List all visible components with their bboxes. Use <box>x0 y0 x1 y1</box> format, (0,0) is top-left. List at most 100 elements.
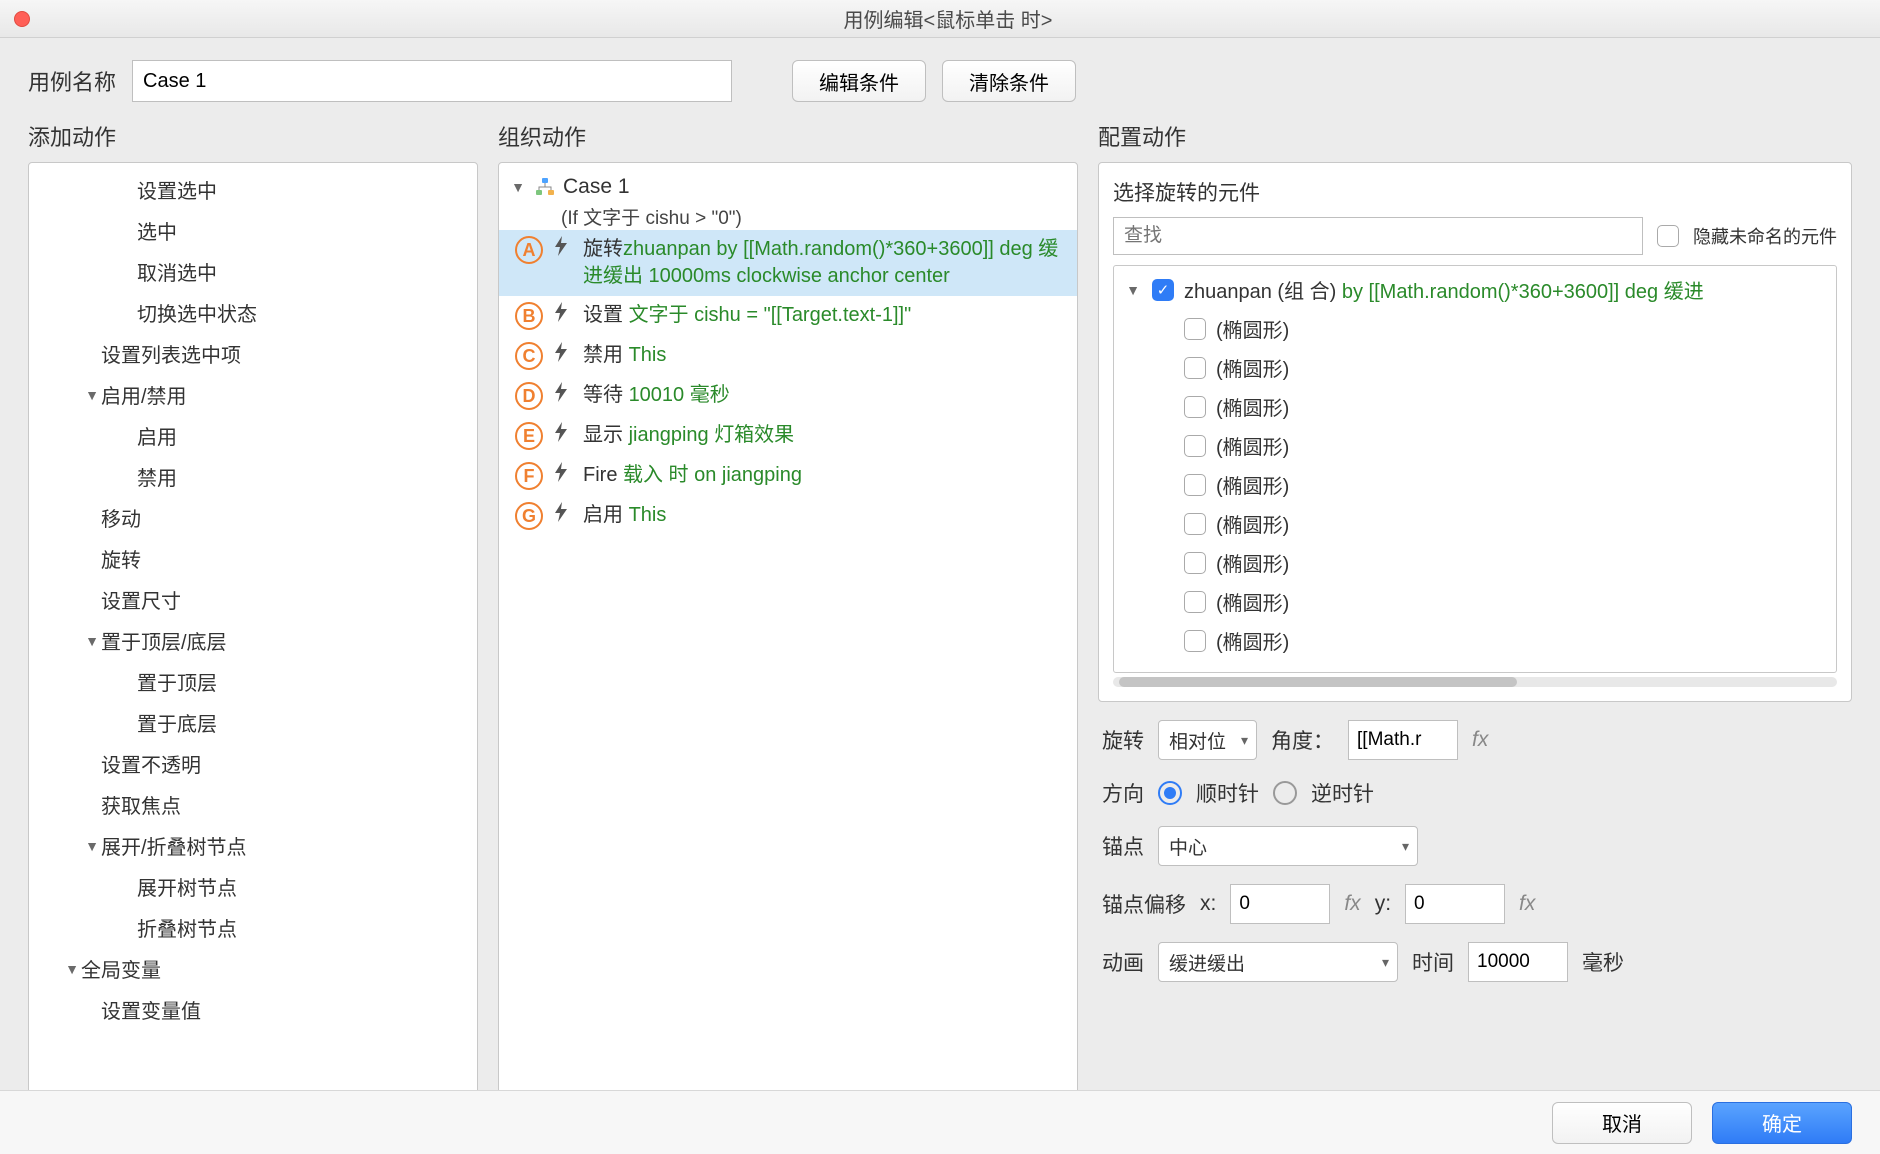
widget-checkbox[interactable]: ✓ <box>1152 279 1174 301</box>
action-row[interactable]: F Fire 载入 时 on jiangping <box>499 456 1077 496</box>
tree-item-label: 切换选中状态 <box>137 298 257 327</box>
offset-x-input[interactable] <box>1230 884 1330 924</box>
close-icon[interactable] <box>14 11 30 27</box>
tree-item[interactable]: 设置变量值 <box>29 989 477 1030</box>
action-row[interactable]: E显示 jiangping 灯箱效果 <box>499 416 1077 456</box>
tree-item[interactable]: ▼全局变量 <box>29 948 477 989</box>
time-unit: 毫秒 <box>1582 947 1624 977</box>
action-row[interactable]: D等待 10010 毫秒 <box>499 376 1077 416</box>
tree-item[interactable]: ▼展开/折叠树节点 <box>29 825 477 866</box>
tree-item[interactable]: 设置尺寸 <box>29 579 477 620</box>
action-text: 禁用 This <box>583 342 666 369</box>
ok-button[interactable]: 确定 <box>1712 1102 1852 1144</box>
tree-item[interactable]: ▼启用/禁用 <box>29 374 477 415</box>
tree-item-label: 设置列表选中项 <box>101 339 241 368</box>
tree-item[interactable]: 置于顶层 <box>29 661 477 702</box>
tree-item-label: 置于顶层 <box>137 667 217 696</box>
angle-input[interactable] <box>1348 720 1458 760</box>
bolt-icon <box>553 382 573 407</box>
organize-panel: ▼ Case 1 (If 文字于 cishu > "0") A旋转zhuanpa… <box>498 162 1078 1098</box>
widget-child-label: (椭圆形) <box>1216 470 1289 499</box>
action-row[interactable]: G启用 This <box>499 496 1077 536</box>
widget-checkbox[interactable] <box>1184 318 1206 340</box>
tree-item[interactable]: 禁用 <box>29 456 477 497</box>
bolt-icon <box>553 236 573 261</box>
widget-checkbox[interactable] <box>1184 357 1206 379</box>
time-input[interactable] <box>1468 942 1568 982</box>
tree-item[interactable]: 获取焦点 <box>29 784 477 825</box>
action-text: 显示 jiangping 灯箱效果 <box>583 422 794 449</box>
tree-item[interactable]: 置于底层 <box>29 702 477 743</box>
action-row[interactable]: C 禁用 This <box>499 336 1077 376</box>
fx-icon[interactable]: fx <box>1472 728 1488 752</box>
tree-item[interactable]: 设置不透明 <box>29 743 477 784</box>
tree-item-label: 旋转 <box>101 544 141 573</box>
counterclockwise-radio[interactable] <box>1273 781 1297 805</box>
rotate-mode-select[interactable]: 相对位 <box>1158 720 1257 760</box>
clockwise-label: 顺时针 <box>1196 778 1259 808</box>
hide-unnamed-checkbox[interactable] <box>1657 225 1679 247</box>
clear-condition-button[interactable]: 清除条件 <box>942 60 1076 102</box>
case-name-input[interactable] <box>132 60 732 102</box>
widget-child-row[interactable]: (椭圆形) <box>1114 465 1836 504</box>
tree-item[interactable]: 移动 <box>29 497 477 538</box>
tree-item-label: 展开/折叠树节点 <box>101 831 247 860</box>
tree-item[interactable]: 旋转 <box>29 538 477 579</box>
action-row[interactable]: B设置 文字于 cishu = "[[Target.text-1]]" <box>499 296 1077 336</box>
window-title: 用例编辑<鼠标单击 时> <box>30 4 1866 33</box>
tree-item-label: 置于顶层/底层 <box>101 626 227 655</box>
widget-child-row[interactable]: (椭圆形) <box>1114 426 1836 465</box>
widget-child-row[interactable]: (椭圆形) <box>1114 504 1836 543</box>
widget-checkbox[interactable] <box>1184 396 1206 418</box>
widget-child-row[interactable]: (椭圆形) <box>1114 309 1836 348</box>
widget-child-label: (椭圆形) <box>1216 431 1289 460</box>
fx-icon[interactable]: fx <box>1344 892 1360 916</box>
widget-checkbox[interactable] <box>1184 435 1206 457</box>
bolt-icon <box>553 422 573 447</box>
widget-checkbox[interactable] <box>1184 513 1206 535</box>
widget-checkbox[interactable] <box>1184 552 1206 574</box>
tree-item[interactable]: 启用 <box>29 415 477 456</box>
widget-checkbox[interactable] <box>1184 630 1206 652</box>
tree-item[interactable]: 取消选中 <box>29 251 477 292</box>
search-input[interactable] <box>1113 217 1643 255</box>
anim-select[interactable]: 缓进缓出 <box>1158 942 1398 982</box>
action-text: Fire 载入 时 on jiangping <box>583 462 802 489</box>
horizontal-scrollbar[interactable] <box>1113 677 1837 687</box>
rotate-label: 旋转 <box>1102 725 1144 755</box>
tree-item[interactable]: 设置选中 <box>29 169 477 210</box>
edit-condition-button[interactable]: 编辑条件 <box>792 60 926 102</box>
action-text: 设置 文字于 cishu = "[[Target.text-1]]" <box>583 302 911 329</box>
action-row[interactable]: A旋转zhuanpan by [[Math.random()*360+3600]… <box>499 230 1077 296</box>
case-header[interactable]: ▼ Case 1 <box>499 171 1077 203</box>
offset-y-input[interactable] <box>1405 884 1505 924</box>
widget-child-row[interactable]: (椭圆形) <box>1114 543 1836 582</box>
widget-root-row[interactable]: ▼ ✓ zhuanpan (组 合) by [[Math.random()*36… <box>1114 270 1836 309</box>
clockwise-radio[interactable] <box>1158 781 1182 805</box>
widget-checkbox[interactable] <box>1184 591 1206 613</box>
anchor-select[interactable]: 中心 <box>1158 826 1418 866</box>
widget-child-row[interactable]: (椭圆形) <box>1114 621 1836 660</box>
tree-item-label: 启用/禁用 <box>101 380 187 409</box>
action-badge: F <box>515 462 543 490</box>
config-panel: 选择旋转的元件 隐藏未命名的元件 ▼ ✓ zhuanpan (组 合) by [… <box>1098 162 1852 702</box>
widget-child-row[interactable]: (椭圆形) <box>1114 582 1836 621</box>
action-badge: C <box>515 342 543 370</box>
cancel-button[interactable]: 取消 <box>1552 1102 1692 1144</box>
case-label: Case 1 <box>563 175 630 199</box>
tree-item[interactable]: 设置列表选中项 <box>29 333 477 374</box>
widget-child-label: (椭圆形) <box>1216 509 1289 538</box>
tree-item[interactable]: 展开树节点 <box>29 866 477 907</box>
tree-item[interactable]: 切换选中状态 <box>29 292 477 333</box>
widget-child-row[interactable]: (椭圆形) <box>1114 348 1836 387</box>
tree-item-label: 获取焦点 <box>101 790 181 819</box>
widget-child-row[interactable]: (椭圆形) <box>1114 387 1836 426</box>
tree-item[interactable]: 折叠树节点 <box>29 907 477 948</box>
widget-checkbox[interactable] <box>1184 474 1206 496</box>
fx-icon[interactable]: fx <box>1519 892 1535 916</box>
widget-list[interactable]: ▼ ✓ zhuanpan (组 合) by [[Math.random()*36… <box>1113 265 1837 673</box>
tree-item-label: 设置尺寸 <box>101 585 181 614</box>
tree-item[interactable]: 选中 <box>29 210 477 251</box>
tree-item[interactable]: ▼置于顶层/底层 <box>29 620 477 661</box>
action-tree[interactable]: 设置选中选中取消选中切换选中状态设置列表选中项 ▼启用/禁用启用禁用移动旋转设置尺… <box>28 162 478 1098</box>
